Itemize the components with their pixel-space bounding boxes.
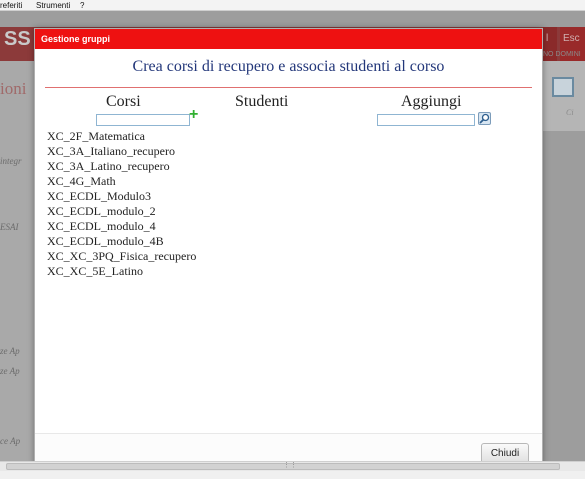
course-item[interactable]: XC_XC_3PQ_Fisica_recupero xyxy=(47,249,196,264)
browser-menubar: referiti Strumenti ? xyxy=(0,0,585,11)
menu-tools[interactable]: Strumenti xyxy=(36,1,70,10)
course-list: XC_2F_Matematica XC_3A_Italiano_recupero… xyxy=(47,129,196,279)
add-student-search-input[interactable] xyxy=(377,114,475,126)
column-header-students: Studenti xyxy=(235,93,289,110)
course-item[interactable]: XC_3A_Italiano_recupero xyxy=(47,144,196,159)
background-left-label: integr xyxy=(0,156,22,166)
course-item[interactable]: XC_XC_5E_Latino xyxy=(47,264,196,279)
menu-help[interactable]: ? xyxy=(80,1,84,10)
magnifier-icon[interactable] xyxy=(478,112,491,125)
course-item[interactable]: XC_ECDL_modulo_4B xyxy=(47,234,196,249)
plus-icon[interactable]: + xyxy=(189,107,198,123)
gestione-gruppi-dialog: Gestione gruppi Crea corsi di recupero e… xyxy=(34,28,543,466)
background-left-label: ze Ap xyxy=(0,366,20,376)
background-left-column xyxy=(0,61,35,461)
status-bar xyxy=(0,471,585,479)
background-right-small: Ci xyxy=(566,108,574,117)
column-header-add: Aggiungi xyxy=(401,93,462,110)
background-left-label: ce Ap xyxy=(0,436,21,446)
background-section-title: ioni xyxy=(0,79,27,98)
course-item[interactable]: XC_3A_Latino_recupero xyxy=(47,159,196,174)
course-item[interactable]: XC_2F_Matematica xyxy=(47,129,196,144)
course-name-input[interactable] xyxy=(96,114,190,126)
background-left-label: ze Ap xyxy=(0,346,20,356)
background-left-label: ESAI xyxy=(0,222,19,232)
dialog-heading: Crea corsi di recupero e associa student… xyxy=(132,58,445,75)
dialog-title: Gestione gruppi xyxy=(35,29,542,49)
course-item[interactable]: XC_ECDL_modulo_2 xyxy=(47,204,196,219)
course-item[interactable]: XC_4G_Math xyxy=(47,174,196,189)
menu-favorites[interactable]: referiti xyxy=(0,1,22,10)
course-item[interactable]: XC_ECDL_Modulo3 xyxy=(47,189,196,204)
heading-divider xyxy=(45,87,532,88)
background-monitor-icon xyxy=(552,77,574,97)
grip-icon: ⋮⋮ xyxy=(283,462,297,469)
background-right-label: NO DOMINI xyxy=(543,51,581,58)
horizontal-scrollbar[interactable]: ⋮⋮ xyxy=(0,461,585,471)
scrollbar-thumb[interactable]: ⋮⋮ xyxy=(6,462,560,470)
course-item[interactable]: XC_ECDL_modulo_4 xyxy=(47,219,196,234)
background-logo: SS xyxy=(4,28,31,50)
column-header-courses: Corsi xyxy=(106,93,141,110)
